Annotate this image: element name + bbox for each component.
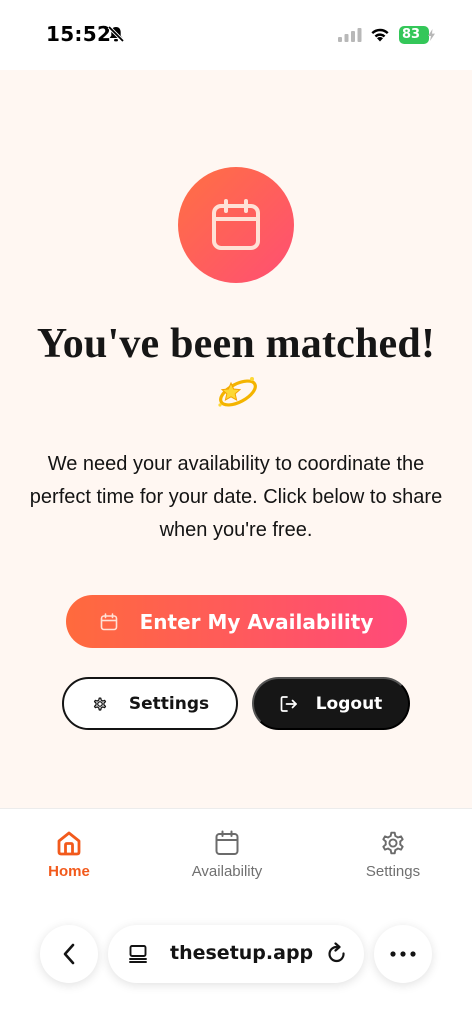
tab-settings-label: Settings: [365, 863, 421, 880]
logout-icon: [280, 695, 297, 712]
calendar-icon: [100, 612, 117, 630]
reload-icon[interactable]: [326, 942, 348, 966]
main-content: You've been matched! We need your availa…: [0, 70, 472, 808]
calendar-icon: [215, 830, 239, 855]
more-options-button[interactable]: [374, 925, 432, 983]
hero-calendar-badge: [178, 167, 294, 283]
description-text: We need your availability to coordinate …: [29, 453, 443, 541]
enter-availability-button[interactable]: Enter My Availability: [66, 595, 407, 648]
more-dots-icon: [390, 951, 416, 957]
status-bar: 15:52 83: [0, 0, 472, 70]
tabs-icon: [129, 945, 147, 963]
dizzy-star-emoji: [218, 377, 257, 407]
settings-button-label: Settings: [128, 693, 210, 714]
page-title: You've been matched!: [36, 321, 436, 367]
tab-availability-label: Availability: [191, 863, 263, 880]
signal-icon: [338, 28, 362, 42]
chevron-left-icon: [63, 943, 75, 965]
charging-bolt-icon: [428, 29, 435, 41]
home-icon: [57, 831, 81, 856]
settings-button[interactable]: Settings: [62, 677, 238, 730]
calendar-icon: [212, 199, 260, 250]
enter-availability-label: Enter My Availability: [139, 609, 374, 634]
gear-icon: [382, 831, 404, 855]
address-bar[interactable]: thesetup.app: [108, 925, 364, 983]
battery-icon: 83: [399, 26, 429, 44]
wifi-icon: [371, 28, 389, 42]
url-text: thesetup.app: [170, 942, 314, 964]
logout-button-label: Logout: [315, 693, 383, 714]
browser-toolbar: thesetup.app: [0, 908, 472, 1024]
back-button[interactable]: [40, 925, 98, 983]
tab-home-label: Home: [48, 863, 90, 880]
status-time: 15:52: [46, 22, 112, 46]
gear-icon: [93, 696, 106, 711]
logout-button[interactable]: Logout: [252, 677, 410, 730]
tab-settings[interactable]: Settings: [338, 829, 448, 880]
tab-home[interactable]: Home: [14, 829, 124, 880]
bottom-tab-bar: Home Availability Settings: [0, 808, 472, 908]
bell-slash-icon: [107, 25, 125, 43]
tab-availability[interactable]: Availability: [172, 829, 282, 880]
